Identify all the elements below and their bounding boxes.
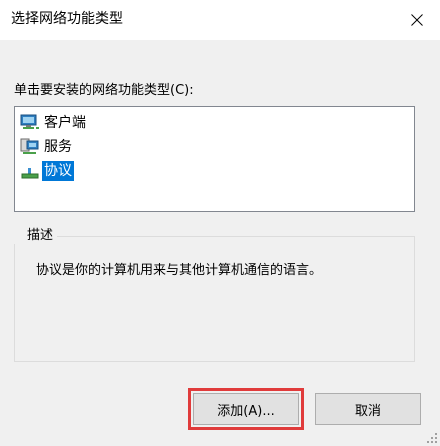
select-network-feature-dialog: 选择网络功能类型 单击要安装的网络功能类型(C): 客户端 服务 协议 描述 协… — [0, 0, 440, 446]
list-item-client[interactable]: 客户端 — [20, 112, 88, 134]
cancel-button[interactable]: 取消 — [315, 393, 421, 425]
description-text: 协议是你的计算机用来与其他计算机通信的语言。 — [36, 263, 323, 278]
network-service-icon — [20, 137, 40, 157]
list-item-protocol[interactable]: 协议 — [20, 160, 74, 182]
titlebar: 选择网络功能类型 — [0, 0, 440, 40]
close-button[interactable] — [394, 0, 440, 40]
dialog-title: 选择网络功能类型 — [11, 11, 123, 27]
feature-type-prompt: 单击要安装的网络功能类型(C): — [14, 83, 194, 98]
add-button[interactable]: 添加(A)... — [188, 388, 304, 430]
list-item-label: 协议 — [42, 161, 74, 181]
list-item-label: 服务 — [44, 139, 72, 155]
close-icon — [411, 14, 423, 26]
feature-type-list[interactable]: 客户端 服务 协议 — [14, 106, 415, 212]
list-item-label: 客户端 — [44, 115, 86, 131]
description-legend: 描述 — [14, 227, 58, 244]
resize-grip-icon[interactable] — [426, 432, 438, 444]
network-protocol-icon — [20, 161, 40, 181]
list-item-service[interactable]: 服务 — [20, 136, 74, 158]
description-group — [14, 236, 415, 362]
network-client-icon — [20, 113, 40, 133]
